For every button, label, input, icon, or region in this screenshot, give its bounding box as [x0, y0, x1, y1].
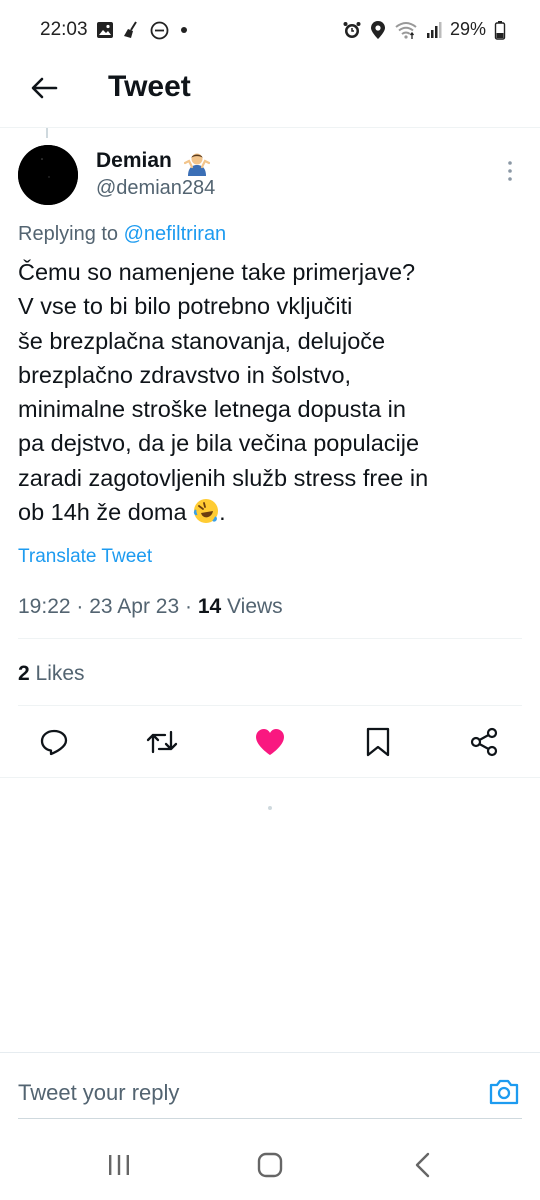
battery-percent: 29%	[449, 19, 486, 39]
divider	[18, 638, 522, 639]
translate-tweet-link[interactable]: Translate Tweet	[18, 546, 152, 568]
replying-to-mention[interactable]: @nefiltriran	[124, 223, 227, 245]
tweet-text-line: še brezplačna stanovanja, delujoče	[18, 327, 386, 354]
status-right-icons: 29%	[342, 19, 506, 40]
loading-indicator	[268, 806, 272, 810]
alarm-icon	[343, 21, 361, 38]
speech-bubble-icon	[40, 729, 68, 756]
tweet-date: 23 Apr 23	[89, 595, 180, 618]
reply-underline	[18, 1118, 522, 1119]
tweet-text: Čemu so namenjene take primerjave? V vse…	[18, 255, 518, 529]
share-icon	[470, 727, 498, 757]
tweet-text-line: minimalne stroške letnega dopusta in	[18, 396, 406, 423]
wifi-icon	[395, 21, 417, 39]
arrow-left-icon	[31, 77, 58, 99]
battery-icon	[494, 20, 506, 40]
tweet-time: 19:22	[18, 595, 71, 618]
reply-input[interactable]	[18, 1078, 468, 1108]
home-button[interactable]	[255, 1150, 285, 1180]
tweet-text-last-line: ob 14h že doma .	[18, 495, 518, 529]
likes-summary[interactable]: 2 Likes	[18, 662, 85, 686]
back-chevron-icon	[415, 1152, 430, 1178]
views-count: 14	[197, 595, 222, 618]
bookmark-button[interactable]	[360, 724, 396, 760]
tweet-text-line: V vse to bi bilo potrebno vključiti	[18, 293, 353, 320]
do-not-disturb-icon	[150, 21, 169, 39]
status-left-icons	[96, 20, 191, 40]
recent-apps-icon	[109, 1155, 129, 1175]
location-icon	[370, 20, 385, 39]
camera-icon	[489, 1079, 519, 1105]
home-icon	[257, 1152, 283, 1178]
more-vertical-icon	[508, 161, 512, 181]
rolling-on-floor-laughing-emoji	[193, 499, 219, 524]
recent-apps-button[interactable]	[104, 1150, 134, 1180]
like-button[interactable]	[252, 724, 288, 760]
likes-count: 2	[18, 662, 30, 685]
avatar-image	[18, 145, 78, 205]
tweet-text-line: Čemu so namenjene take primerjave?	[18, 259, 416, 285]
dot-icon	[181, 27, 187, 33]
gallery-icon	[97, 22, 113, 38]
reply-button[interactable]	[36, 724, 72, 760]
replying-to-label: Replying to	[18, 223, 119, 245]
likes-label: Likes	[35, 662, 85, 685]
author-name[interactable]: Demian	[96, 149, 172, 173]
tweet-text-line: brezplačno zdravstvo in šolstvo,	[18, 361, 352, 388]
broom-icon	[124, 21, 137, 38]
tweet-text-line: pa dejstvo, da je bila večina populacije	[18, 430, 420, 457]
status-bar: 22:03 29%	[0, 0, 540, 60]
author-handle[interactable]: @demian284	[96, 177, 215, 200]
more-options-button[interactable]	[500, 158, 520, 184]
tweet-text-segment: ob 14h že doma	[18, 499, 187, 526]
status-time: 22:03	[40, 19, 88, 40]
header-divider	[0, 127, 540, 128]
person-shrugging-emoji	[184, 153, 210, 176]
meta-separator: ·	[76, 595, 84, 618]
camera-button[interactable]	[486, 1074, 522, 1110]
thread-connector-line	[46, 128, 48, 138]
share-button[interactable]	[466, 724, 502, 760]
actions-divider	[0, 777, 540, 778]
heart-icon	[256, 729, 284, 755]
composer-divider	[0, 1052, 540, 1053]
tweet-text-line: zaradi zagotovljenih služb stress free i…	[18, 464, 429, 491]
retweet-icon	[146, 730, 178, 754]
tweet-text-segment: .	[219, 499, 226, 526]
views-label: Views	[227, 595, 283, 618]
bookmark-icon	[366, 727, 390, 757]
tweet-meta: 19:22 · 23 Apr 23 · 14 Views	[18, 595, 283, 619]
avatar[interactable]	[18, 145, 78, 205]
back-button[interactable]	[22, 66, 66, 110]
page-title: Tweet	[108, 70, 191, 103]
retweet-button[interactable]	[144, 724, 180, 760]
meta-separator: ·	[185, 595, 192, 618]
divider	[18, 705, 522, 706]
signal-icon	[426, 21, 442, 38]
nav-back-button[interactable]	[408, 1150, 438, 1180]
replying-to: Replying to @nefiltriran	[18, 223, 226, 246]
